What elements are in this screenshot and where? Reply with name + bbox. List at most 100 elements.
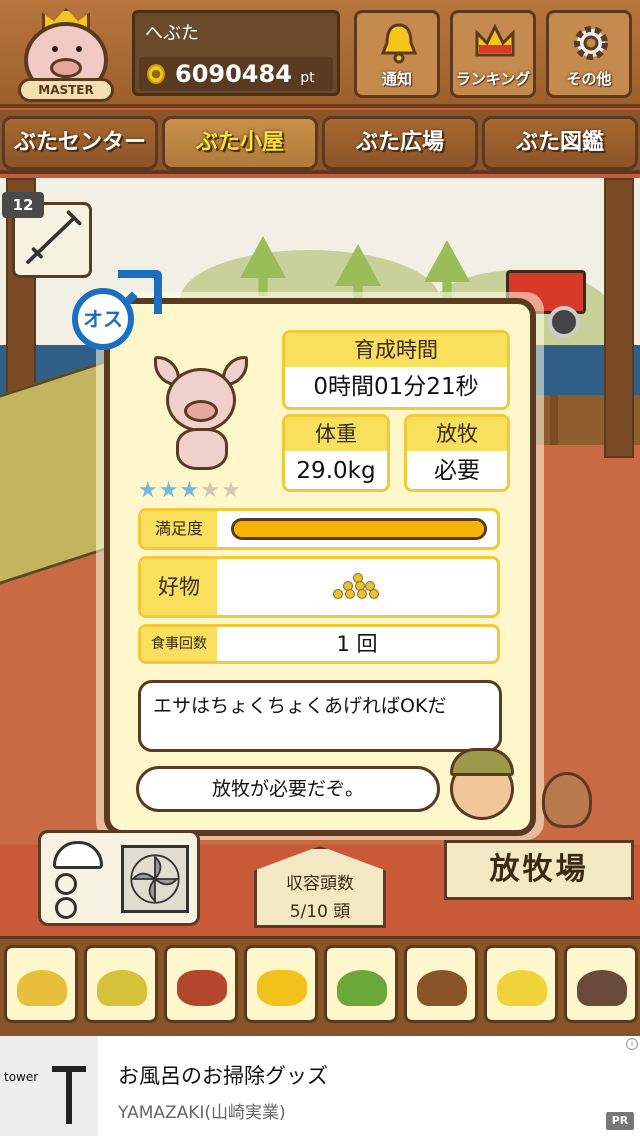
wooden-post	[604, 178, 634, 458]
ranking-button[interactable]: ランキング	[450, 10, 536, 98]
pig-eye	[52, 46, 58, 52]
pasture-button[interactable]: 放牧場	[444, 840, 634, 900]
sweet-potato-icon	[177, 970, 227, 1006]
feed-sweet-potato-button[interactable]	[164, 945, 238, 1023]
crown-icon	[475, 23, 515, 57]
ad-info-icon[interactable]: i	[626, 1038, 638, 1050]
capacity-sign: 収容頭数 5/10 頭	[254, 846, 386, 928]
farmer-character	[446, 748, 520, 822]
speech-bubble-2: 放牧が必要だぞ。	[136, 766, 440, 812]
star-filled-icon: ★	[179, 478, 201, 503]
ad-advertiser: YAMAZAKI(山崎実業)	[118, 1103, 286, 1123]
master-badge: MASTER	[18, 78, 114, 102]
player-info: へぶた ● 6090484 pt	[132, 10, 340, 96]
player-avatar[interactable]: MASTER	[10, 6, 120, 104]
ad-title: お風呂のお掃除グッズ	[118, 1064, 328, 1088]
tractor-wheel	[548, 306, 580, 338]
player-name: へぶた	[145, 23, 199, 44]
corn-plate-icon	[497, 970, 547, 1006]
meal-count-row: 食事回数 1 回	[138, 624, 500, 664]
fan-icon	[121, 845, 189, 913]
coin-icon: ●	[147, 64, 165, 84]
weight-box: 体重 29.0kg	[282, 414, 390, 492]
top-header: MASTER へぶた ● 6090484 pt 通知 ランキング その他	[0, 0, 640, 108]
soybean-pile-icon	[331, 573, 385, 603]
rearing-time-value: 0時間01分21秒	[313, 374, 479, 400]
satisfaction-label: 満足度	[141, 511, 217, 547]
feed-acorn-button[interactable]	[404, 945, 478, 1023]
feed-bar	[0, 936, 640, 1036]
gear-icon	[574, 26, 608, 60]
grazing-label: 放牧	[407, 417, 507, 451]
feed-mixed-grain-button[interactable]	[84, 945, 158, 1023]
weight-label: 体重	[285, 417, 387, 451]
meatball-plate-icon	[577, 970, 627, 1006]
tab-buta-hut[interactable]: ぶた小屋	[162, 116, 318, 170]
points-display: ● 6090484 pt	[139, 57, 333, 91]
favorite-row: 好物	[138, 556, 500, 618]
grazing-value: 必要	[434, 458, 480, 484]
satisfaction-row: 満足度	[138, 508, 500, 550]
points-value: 6090484 pt	[175, 60, 315, 88]
pig-eye	[76, 46, 82, 52]
pig-body	[176, 428, 228, 470]
knob-icon	[55, 897, 77, 919]
ad-image-brand: tower	[4, 1070, 39, 1084]
rearing-time-label: 育成時間	[285, 333, 507, 367]
feed-meatball-plate-button[interactable]	[564, 945, 638, 1023]
grazing-box: 放牧 必要	[404, 414, 510, 492]
feed-corn-plate-button[interactable]	[484, 945, 558, 1023]
meal-count-value: 1 回	[336, 632, 378, 656]
star-filled-icon: ★	[138, 478, 159, 503]
main-tabs: ぶたセンター ぶた小屋 ぶた広場 ぶた図鑑	[0, 110, 640, 174]
squeegee-handle	[66, 1066, 72, 1124]
favorite-label: 好物	[141, 559, 217, 615]
male-symbol-icon: オス	[72, 288, 134, 350]
other-label: その他	[566, 70, 612, 88]
meal-count-label: 食事回数	[141, 627, 217, 661]
ad-pr-badge: PR	[606, 1112, 634, 1130]
rearing-time-box: 育成時間 0時間01分21秒	[282, 330, 510, 410]
star-empty-icon: ★	[220, 478, 242, 503]
fan-blades	[130, 854, 180, 904]
pig-snout	[50, 58, 82, 78]
points-number: 6090484	[175, 60, 292, 88]
mixed-grain-pile-icon	[97, 970, 147, 1006]
satisfaction-bar	[231, 518, 487, 540]
capacity-value: 5/10 頭	[289, 902, 351, 922]
satisfaction-bar-fill	[234, 521, 484, 537]
tab-buta-encyclopedia[interactable]: ぶた図鑑	[482, 116, 638, 170]
speech-bubble-1: エサはちょくちょくあげればOKだ	[138, 680, 502, 752]
syringe-count: 12	[2, 192, 44, 218]
corn-icon	[257, 970, 307, 1006]
rank-stars: ★★★★★	[138, 478, 242, 503]
gender-badge: オス	[72, 268, 164, 360]
vegetable-beans-icon	[337, 970, 387, 1006]
thermometer-dial-icon	[53, 841, 103, 869]
acorn-chestnut-icon	[417, 970, 467, 1006]
pig-snout	[184, 400, 218, 422]
ad-image: tower	[0, 1036, 98, 1136]
capacity-label: 収容頭数	[286, 874, 354, 894]
other-button[interactable]: その他	[546, 10, 632, 98]
knob-icon	[55, 873, 77, 895]
sparrow-character	[542, 772, 592, 828]
ranking-label: ランキング	[455, 70, 531, 88]
star-filled-icon: ★	[158, 478, 180, 503]
environment-control-panel[interactable]	[38, 830, 200, 926]
tab-buta-plaza[interactable]: ぶた広場	[322, 116, 478, 170]
points-unit: pt	[300, 70, 315, 86]
pig-character[interactable]	[148, 356, 252, 472]
weight-value: 29.0kg	[296, 458, 376, 484]
feed-corn-button[interactable]	[244, 945, 318, 1023]
notification-label: 通知	[381, 70, 412, 88]
star-empty-icon: ★	[200, 478, 221, 503]
feed-soybean-button[interactable]	[4, 945, 78, 1023]
soybean-pile-icon	[17, 970, 67, 1006]
notification-button[interactable]: 通知	[354, 10, 440, 98]
farmer-cap	[450, 748, 514, 776]
feed-vegetable-beans-button[interactable]	[324, 945, 398, 1023]
ad-banner[interactable]: tower お風呂のお掃除グッズ YAMAZAKI(山崎実業) i	[0, 1036, 640, 1136]
bell-icon	[380, 23, 418, 64]
tab-buta-center[interactable]: ぶたセンター	[2, 116, 158, 170]
